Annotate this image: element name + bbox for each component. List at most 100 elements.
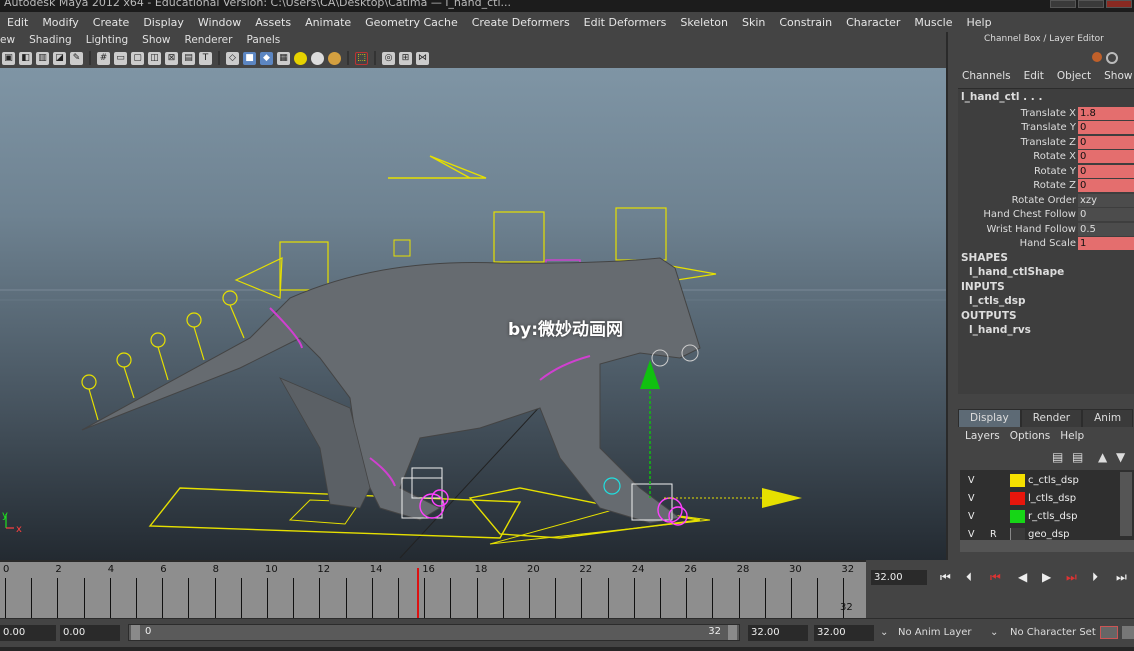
close-button[interactable] (1106, 0, 1132, 8)
playhead[interactable] (417, 568, 419, 618)
xray-icon[interactable]: ◎ (382, 51, 395, 65)
attr-value[interactable]: 1 (1078, 237, 1134, 251)
new-layer-from-selected-icon[interactable]: ▤ (1072, 450, 1083, 464)
film-gate-icon[interactable]: ▭ (114, 51, 127, 65)
resolution-gate-icon[interactable]: ▢ (131, 51, 144, 65)
menu-object[interactable]: Object (1057, 70, 1091, 82)
high-quality-icon[interactable] (328, 51, 341, 65)
auto-key-icon[interactable] (1100, 626, 1118, 639)
play-backwards-icon[interactable]: ◀ (1018, 570, 1027, 584)
menu-create[interactable]: Create (86, 16, 137, 29)
gate-mask-icon[interactable]: ◫ (148, 51, 161, 65)
menu-geometry-cache[interactable]: Geometry Cache (358, 16, 465, 29)
go-to-start-icon[interactable]: ⏮ (940, 570, 951, 585)
tab-anim[interactable]: Anim (1082, 409, 1134, 427)
tab-display[interactable]: Display (958, 409, 1021, 427)
panel-menu-lighting[interactable]: Lighting (79, 34, 135, 46)
nodes-icon[interactable]: ⋈ (416, 51, 429, 65)
attr-hand-scale[interactable]: Hand Scale 1 (1020, 237, 1134, 252)
playback-end-field[interactable]: 32.00 (748, 625, 808, 641)
menu-constrain[interactable]: Constrain (772, 16, 839, 29)
input-node[interactable]: l_ctls_dsp (969, 295, 1025, 307)
menu-skeleton[interactable]: Skeleton (673, 16, 735, 29)
layer-visibility[interactable]: V (968, 475, 980, 486)
attr-value[interactable]: 1.8 (1078, 106, 1134, 120)
layer-name[interactable]: l_ctls_dsp (1028, 493, 1076, 504)
output-node[interactable]: l_hand_rvs (969, 324, 1031, 336)
preferences-icon[interactable] (1122, 626, 1134, 639)
layer-list-hscrollbar[interactable] (960, 540, 1134, 552)
panel-menu-view[interactable]: ew (0, 34, 22, 46)
layer-visibility[interactable]: V (968, 493, 980, 504)
menu-create-deformers[interactable]: Create Deformers (465, 16, 577, 29)
time-slider[interactable]: 0 2 4 6 8 10 12 14 16 18 20 22 24 26 28 30 32 32 (0, 560, 866, 618)
camera-attributes-icon[interactable]: ◧ (19, 51, 32, 65)
attr-value[interactable]: 0 (1078, 135, 1134, 149)
attr-value[interactable]: xzy (1078, 193, 1134, 207)
layer-color-swatch[interactable] (1010, 474, 1025, 487)
menu-edit-deformers[interactable]: Edit Deformers (577, 16, 674, 29)
layer-row[interactable]: V l_ctls_dsp (960, 490, 1118, 507)
menu-channels[interactable]: Channels (962, 70, 1011, 82)
play-forwards-icon[interactable]: ▶ (1042, 570, 1051, 584)
menu-layers[interactable]: Layers (965, 430, 1000, 442)
isolate-select-icon[interactable]: ⬚ (355, 51, 368, 65)
panel-menu-renderer[interactable]: Renderer (178, 34, 240, 46)
safe-title-icon[interactable]: T (199, 51, 212, 65)
move-layer-down-icon[interactable]: ▼ (1116, 450, 1125, 464)
use-all-lights-icon[interactable] (294, 51, 307, 65)
character-set-dropdown-arrow[interactable]: ⌄ (990, 627, 998, 638)
step-forward-frame-icon[interactable]: ⏵ (1092, 570, 1098, 585)
shape-node[interactable]: l_hand_ctlShape (969, 266, 1064, 278)
character-set-dropdown[interactable]: No Character Set (1010, 627, 1096, 638)
menu-options[interactable]: Options (1010, 430, 1051, 442)
menu-character[interactable]: Character (839, 16, 907, 29)
layer-visibility[interactable]: V (968, 511, 980, 522)
maximize-button[interactable] (1078, 0, 1104, 8)
menu-layer-help[interactable]: Help (1060, 430, 1084, 442)
selected-object-name[interactable]: l_hand_ctl . . . (961, 91, 1042, 103)
wireframe-on-shaded-icon[interactable]: ◆ (260, 51, 273, 65)
safe-action-icon[interactable]: ▤ (182, 51, 195, 65)
attribute-editor-icon[interactable] (1106, 52, 1118, 64)
range-handle-start[interactable] (131, 625, 140, 640)
attr-value[interactable]: 0.5 (1078, 222, 1134, 236)
layer-row[interactable]: V c_ctls_dsp (960, 472, 1118, 489)
step-forward-key-icon[interactable]: ⏭ (1066, 570, 1077, 585)
menu-help[interactable]: Help (959, 16, 998, 29)
attr-translate-z[interactable]: Translate Z 0 (1021, 135, 1134, 150)
layer-visibility[interactable]: V (968, 529, 980, 540)
minimize-button[interactable] (1050, 0, 1076, 8)
layer-name[interactable]: geo_dsp (1028, 529, 1070, 540)
menu-modify[interactable]: Modify (35, 16, 85, 29)
attr-value[interactable]: 0 (1078, 121, 1134, 135)
xray-joints-icon[interactable]: ⊞ (399, 51, 412, 65)
anim-layer-dropdown[interactable]: No Anim Layer (898, 627, 972, 638)
channel-box-icon[interactable] (1092, 52, 1102, 62)
attr-wrist-hand-follow[interactable]: Wrist Hand Follow 0.5 (986, 222, 1134, 237)
menu-edit-channels[interactable]: Edit (1024, 70, 1044, 82)
select-camera-icon[interactable]: ▣ (2, 51, 15, 65)
range-handle-end[interactable] (728, 625, 737, 640)
bookmark-icon[interactable]: ▥ (36, 51, 49, 65)
panel-menu-show[interactable]: Show (135, 34, 177, 46)
attr-value[interactable]: 0 (1078, 150, 1134, 164)
menu-muscle[interactable]: Muscle (907, 16, 959, 29)
layer-name[interactable]: c_ctls_dsp (1028, 475, 1079, 486)
attr-rotate-x[interactable]: Rotate X 0 (1033, 150, 1134, 165)
attr-hand-chest-follow[interactable]: Hand Chest Follow 0 (983, 208, 1134, 223)
range-slider[interactable]: 0 32 (128, 624, 740, 641)
layer-row[interactable]: V r_ctls_dsp (960, 508, 1118, 525)
end-time-field[interactable]: 32.00 (814, 625, 874, 641)
shadows-icon[interactable] (311, 51, 324, 65)
layer-color-swatch[interactable] (1010, 510, 1025, 523)
layer-playback[interactable]: R (990, 529, 1002, 540)
attr-value[interactable]: 0 (1078, 164, 1134, 178)
3d-viewport[interactable]: y x by:微妙动画网 (0, 68, 946, 560)
go-to-end-icon[interactable]: ⏭ (1116, 570, 1127, 585)
menu-assets[interactable]: Assets (248, 16, 298, 29)
layer-name[interactable]: r_ctls_dsp (1028, 511, 1077, 522)
playback-start-field[interactable]: 0.00 (60, 625, 120, 641)
start-time-field[interactable]: 0.00 (0, 625, 56, 641)
layer-list-scrollbar[interactable] (1120, 472, 1132, 536)
